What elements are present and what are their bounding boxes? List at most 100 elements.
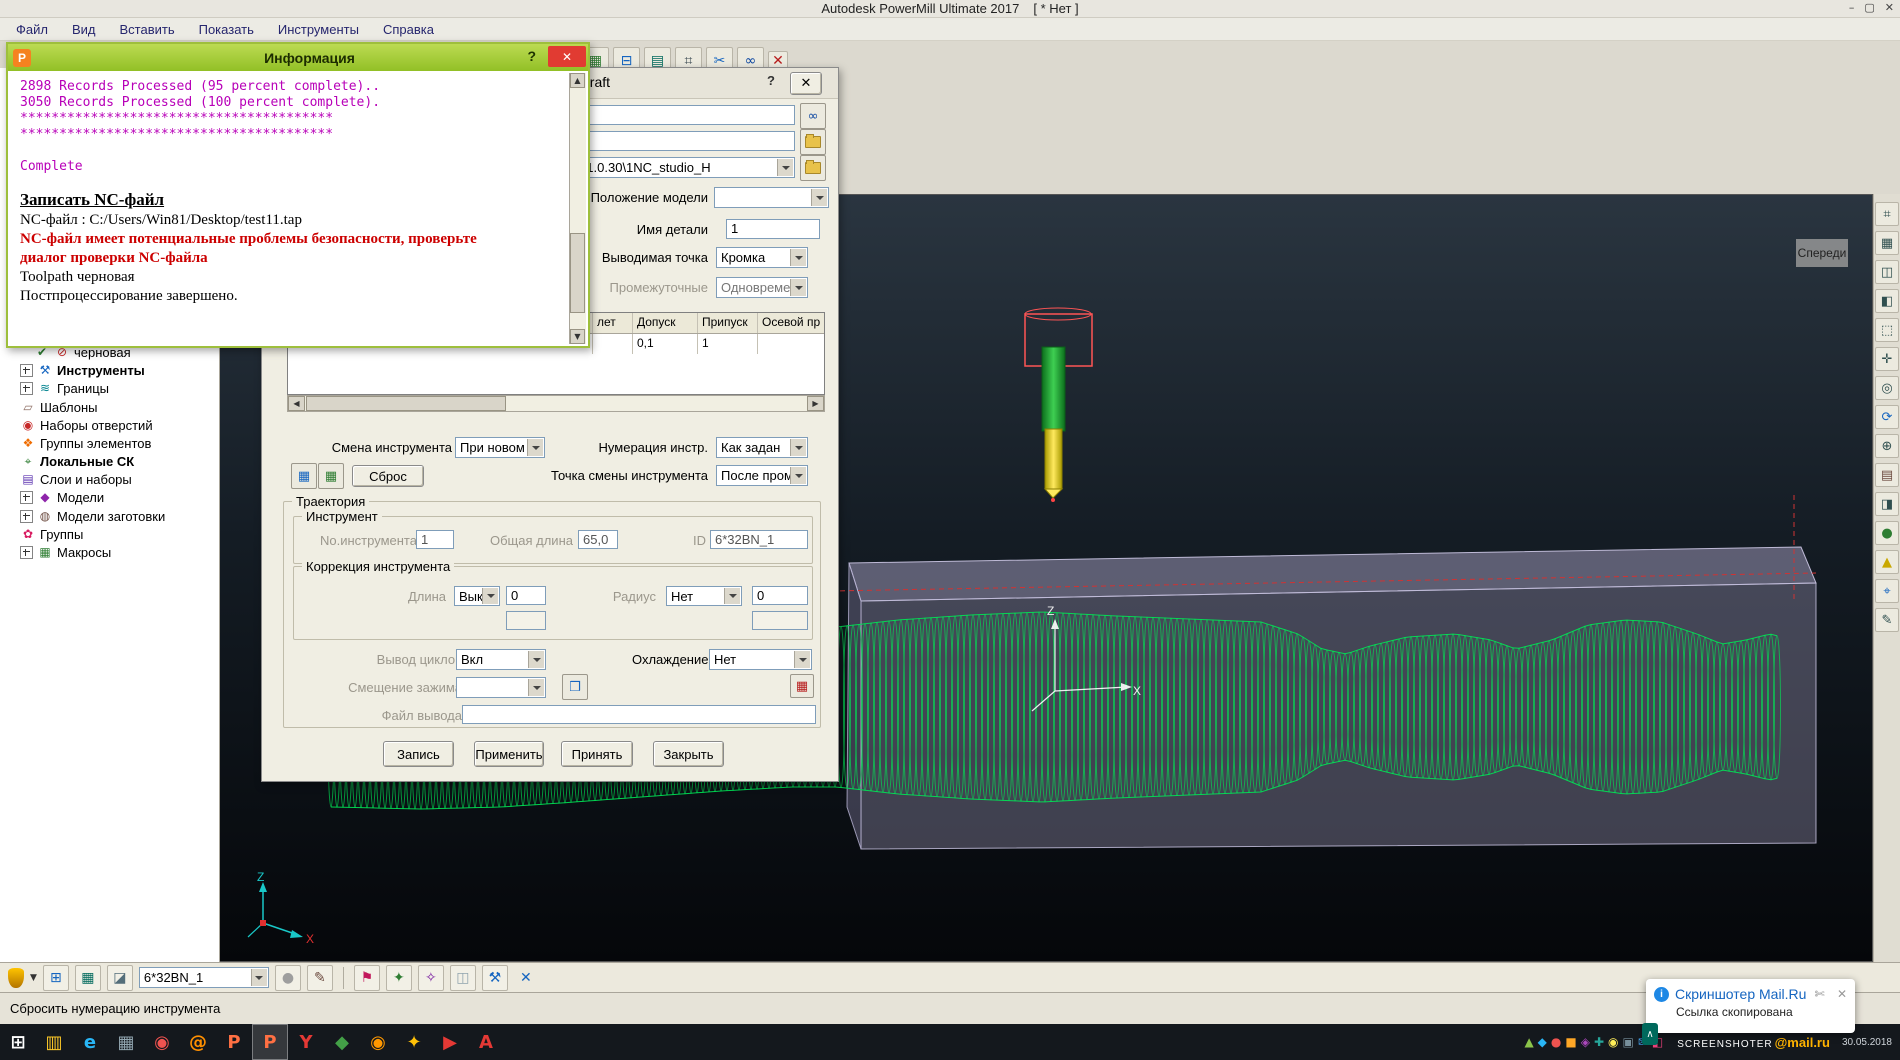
tool-change-point-combo[interactable]: После проме <box>716 465 808 486</box>
scroll-left-icon[interactable]: ◀ <box>288 396 305 411</box>
chevron-down-icon[interactable] <box>790 439 806 456</box>
tree-item-feature-groups[interactable]: ❖ Группы элементов <box>0 434 219 452</box>
menu-help[interactable]: Справка <box>373 20 444 39</box>
target-icon[interactable]: ◎ <box>1875 376 1899 400</box>
length-value-input[interactable]: 0 <box>506 586 546 605</box>
chevron-down-icon[interactable] <box>482 588 498 604</box>
folder-icon[interactable] <box>800 129 826 155</box>
length-mode-combo[interactable]: Вык <box>454 586 500 606</box>
tool-change-combo[interactable]: При новом ин <box>455 437 545 458</box>
scroll-down-icon[interactable]: ▼ <box>570 329 585 344</box>
chevron-down-icon[interactable] <box>790 279 806 296</box>
length-extra-input[interactable] <box>506 611 546 630</box>
screenshoter-tab[interactable]: ∧ <box>1642 1023 1658 1045</box>
firefox-icon[interactable]: ◉ <box>360 1024 396 1060</box>
close-button[interactable]: Закрыть <box>653 741 724 767</box>
tool-grid-icon[interactable]: ▦ <box>291 463 317 489</box>
view-grid-icon[interactable]: ▦ <box>1875 231 1899 255</box>
close-dialog-button[interactable]: ✕ <box>548 46 586 67</box>
tray-icon[interactable]: ▲ <box>1524 1035 1533 1049</box>
menu-show[interactable]: Показать <box>189 20 264 39</box>
chevron-down-icon[interactable] <box>527 439 543 456</box>
origin-icon[interactable]: ⌖ <box>1875 579 1899 603</box>
taskbar-clock[interactable]: 30.05.2018 <box>1842 1037 1892 1048</box>
part-name-input[interactable]: 1 <box>726 219 820 239</box>
chevron-down-icon[interactable] <box>790 249 806 266</box>
explorer-icon[interactable]: ▥ <box>36 1024 72 1060</box>
scroll-right-icon[interactable]: ▶ <box>807 396 824 411</box>
info-dialog-titlebar[interactable]: P Информация <box>8 44 588 71</box>
tree-item-macros[interactable]: ▦ Макросы <box>0 543 219 561</box>
output-file-input[interactable] <box>462 705 816 724</box>
output-point-combo[interactable]: Кромка <box>716 247 808 268</box>
record-button[interactable]: Запись <box>383 741 454 767</box>
wireframe-icon[interactable]: ⬚ <box>1875 318 1899 342</box>
refresh-view-icon[interactable]: ⟳ <box>1875 405 1899 429</box>
draw-toggle-icon[interactable]: ✎ <box>307 965 333 991</box>
folder-icon[interactable] <box>800 155 826 181</box>
chevron-down-icon[interactable] <box>794 651 810 668</box>
menu-tools[interactable]: Инструменты <box>268 20 369 39</box>
tool-no-input[interactable]: 1 <box>416 530 454 549</box>
chevron-down-icon[interactable] <box>528 679 544 696</box>
chevron-down-icon[interactable]: ▼ <box>30 973 37 983</box>
tray-icon[interactable]: ● <box>1551 1035 1561 1049</box>
accept-button[interactable]: Принять <box>561 741 633 767</box>
tree-item-levels[interactable]: ▤ Слои и наборы <box>0 470 219 488</box>
active-tool-select[interactable]: 6*32BN_1 <box>139 967 269 988</box>
links-icon[interactable]: ✦ <box>386 965 412 991</box>
chrome-icon[interactable]: ◉ <box>144 1024 180 1060</box>
cycles-combo[interactable]: Вкл <box>456 649 546 670</box>
swirl-app-icon[interactable]: ✦ <box>396 1024 432 1060</box>
coolant-combo[interactable]: Нет <box>709 649 812 670</box>
radius-value-input[interactable]: 0 <box>752 586 808 605</box>
chevron-down-icon[interactable] <box>528 651 544 668</box>
expand-icon[interactable] <box>20 382 33 395</box>
mail-app-icon[interactable]: @ <box>180 1024 216 1060</box>
apply-button[interactable]: Применить <box>474 741 544 767</box>
sphere-icon[interactable]: ● <box>275 965 301 991</box>
clamp-offset-combo[interactable] <box>456 677 546 698</box>
tool-edit-icon[interactable]: ◪ <box>107 965 133 991</box>
radius-mode-combo[interactable]: Нет <box>666 586 742 606</box>
menu-file[interactable]: Файл <box>6 20 58 39</box>
tree-item-patterns[interactable]: ▱ Шаблоны <box>0 398 219 416</box>
leads-icon[interactable]: ⚑ <box>354 965 380 991</box>
eraser-icon[interactable]: ◫ <box>450 965 476 991</box>
pdf-icon[interactable]: A <box>468 1024 504 1060</box>
powermill-active-icon[interactable]: P <box>252 1024 288 1060</box>
numbering-combo[interactable]: Как задан <box>716 437 808 458</box>
scrollbar-thumb[interactable] <box>570 233 585 313</box>
maximize-button[interactable]: ▢ <box>1864 1 1874 14</box>
chevron-down-icon[interactable] <box>811 189 827 206</box>
layers-icon[interactable]: ▤ <box>1875 463 1899 487</box>
simulate-icon[interactable]: ▲ <box>1875 550 1899 574</box>
crosshair-icon[interactable]: ✛ <box>1875 347 1899 371</box>
multiview-icon[interactable]: ◫ <box>1875 260 1899 284</box>
tray-icon[interactable]: ■ <box>1565 1035 1576 1049</box>
chevron-down-icon[interactable] <box>724 588 740 604</box>
tree-item-models[interactable]: ◆ Модели <box>0 488 219 506</box>
tool-id-input[interactable]: 6*32BN_1 <box>710 530 808 549</box>
tool-table-icon[interactable]: ▦ <box>75 965 101 991</box>
green-app-icon[interactable]: ◆ <box>324 1024 360 1060</box>
tool-vase-icon[interactable] <box>8 968 24 988</box>
menu-insert[interactable]: Вставить <box>110 20 185 39</box>
minimize-button[interactable]: – <box>1849 1 1855 14</box>
youtube-icon[interactable]: ▶ <box>432 1024 468 1060</box>
tray-icon[interactable]: ◉ <box>1608 1035 1618 1049</box>
expand-icon[interactable] <box>20 364 33 377</box>
close-popup-icon[interactable]: ✕ <box>1837 987 1847 1001</box>
close-dialog-button[interactable]: ✕ <box>790 72 822 95</box>
ie-icon[interactable]: e <box>72 1024 108 1060</box>
chevron-down-icon[interactable] <box>251 969 267 986</box>
annotate-icon[interactable]: ✎ <box>1875 608 1899 632</box>
menu-view[interactable]: Вид <box>62 20 106 39</box>
shaded-sphere-icon[interactable]: ● <box>1875 521 1899 545</box>
intermediate-combo[interactable]: Одновременн <box>716 277 808 298</box>
tree-item-tools[interactable]: ⚒ Инструменты <box>0 361 219 379</box>
info-v-scrollbar[interactable]: ▲ ▼ <box>569 73 586 344</box>
toolpath-grid-icon[interactable]: ⊞ <box>43 965 69 991</box>
scrollbar-thumb[interactable] <box>306 396 506 411</box>
tray-icon[interactable]: ◈ <box>1581 1035 1590 1049</box>
